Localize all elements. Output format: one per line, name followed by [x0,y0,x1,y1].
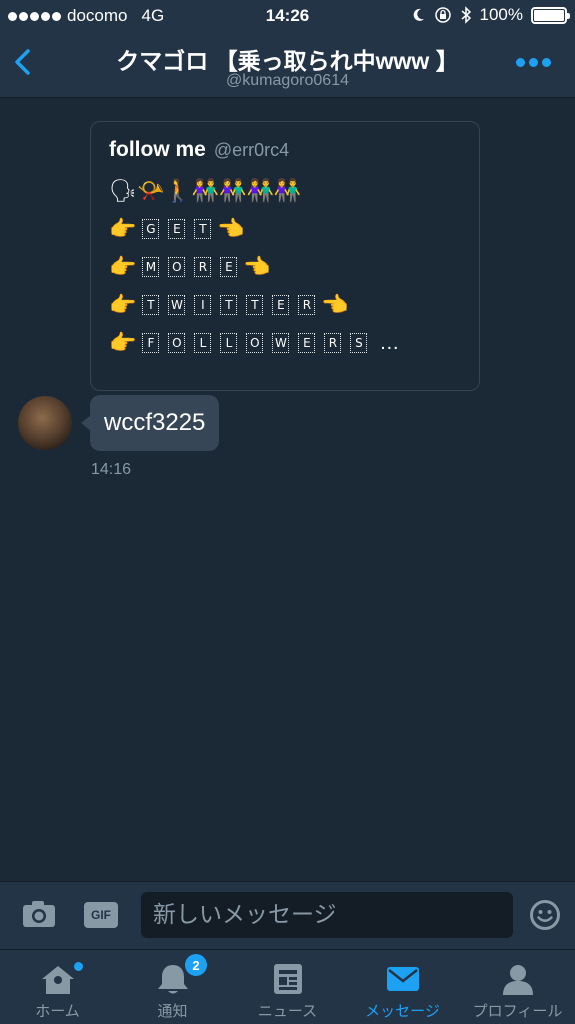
letter-box: O [168,257,186,277]
conversation-header: クマゴロ 【乗っ取られ中www 】 @kumagoro0614 [0,32,575,98]
letter-box: I [194,295,212,315]
tab-messages[interactable]: メッセージ [345,950,460,1024]
letter-box: O [168,333,186,353]
pointing-right-icon: 👉 [109,254,137,280]
letter-box: L [220,333,238,353]
ellipsis: … [379,331,400,354]
battery-icon [531,6,570,24]
letter-box: G [142,219,160,239]
couple-icon: 👫👫👫👫 [191,178,302,204]
letter-box: E [168,219,186,239]
smiley-icon [530,900,560,930]
status-bar: docomo 4G 14:26 100% [0,0,575,32]
letter-box: T [142,295,160,315]
mail-icon [387,967,419,991]
letter-box: W [168,295,186,315]
quoted-tweet-body: 👉 G E T 👈 👉 M O R E 👈 👉 T W I T T E R 👈 👉 F O L L O W E R S… [109,210,461,362]
letter-line: 👉 T W I T T E R 👈 [109,286,461,324]
letter-box: F [142,333,160,353]
letter-box: O [246,333,264,353]
quoted-tweet-card[interactable]: follow me @err0rc4 🗣 📯 🚶 👫👫👫👫 👉 G E T 👈 👉 M O R E… [90,121,480,391]
tab-bar: ホーム 2 通知 ニュース メッセージ プロフィール [0,949,575,1024]
tab-messages-label: メッセージ [365,1003,440,1020]
pointing-right-icon: 👉 [109,330,137,356]
letter-box: E [272,295,290,315]
compose-bar: GIF [0,881,575,949]
tab-news[interactable]: ニュース [230,950,345,1024]
letter-line: 👉 F O L L O W E R S… [109,324,461,362]
letter-box: R [194,257,212,277]
letter-box: T [220,295,238,315]
message-timestamp: 14:16 [91,461,132,478]
pointing-left-icon: 👈 [217,216,245,242]
news-icon [274,964,302,994]
pointing-left-icon: 👈 [243,254,271,280]
more-dots-icon [516,58,525,67]
quoted-tweet-name: follow me [109,138,206,161]
tab-news-label: ニュース [257,1003,318,1020]
tab-notifications[interactable]: 2 通知 [115,950,230,1024]
avatar[interactable] [18,396,72,450]
person-icon [503,965,533,995]
message-input[interactable] [141,892,513,938]
tab-home-label: ホーム [35,1003,80,1020]
message-bubble: wccf3225 [80,395,220,451]
quoted-tweet-header: follow me @err0rc4 [109,138,461,162]
new-content-dot [74,962,83,971]
letter-box: S [350,333,368,353]
letter-line: 👉 M O R E 👈 [109,248,461,286]
letter-box: W [272,333,290,353]
pointing-right-icon: 👉 [109,216,137,242]
speaking-head-icon: 🗣 [109,178,137,204]
tab-notifications-label: 通知 [157,1003,188,1020]
status-indicators: 100% [410,5,570,25]
gif-button[interactable]: GIF [84,902,118,928]
letter-box: M [142,257,160,277]
conversation-handle: @kumagoro0614 [226,72,349,89]
letter-box: E [298,333,316,353]
bluetooth-icon [461,6,471,24]
tab-home[interactable]: ホーム [0,950,115,1024]
letter-line: 👉 G E T 👈 [109,210,461,248]
more-options-button[interactable] [516,58,551,67]
megaphone-icon: 📯 [136,178,165,204]
notification-badge: 2 [185,954,207,976]
quoted-tweet-handle: @err0rc4 [213,140,290,160]
camera-button[interactable] [22,899,56,929]
letter-box: E [220,257,238,277]
tab-profile-label: プロフィール [472,1003,563,1020]
emoji-button[interactable] [529,899,561,931]
walking-person-icon: 🚶 [164,178,192,204]
letter-box: R [298,295,316,315]
battery-percent: 100% [479,5,523,24]
emoji-line: 🗣 📯 🚶 👫👫👫👫 [109,172,461,210]
conversation-title[interactable]: クマゴロ 【乗っ取られ中www 】 [0,42,575,76]
rotation-lock-icon [434,7,451,23]
pointing-right-icon: 👉 [109,292,137,318]
moon-icon [413,8,424,21]
camera-icon [23,901,55,927]
letter-box: T [194,219,212,239]
pointing-left-icon: 👈 [321,292,349,318]
letter-box: L [194,333,212,353]
letter-box: R [324,333,342,353]
home-icon [42,966,74,994]
letter-box: T [246,295,264,315]
tab-profile[interactable]: プロフィール [460,950,575,1024]
